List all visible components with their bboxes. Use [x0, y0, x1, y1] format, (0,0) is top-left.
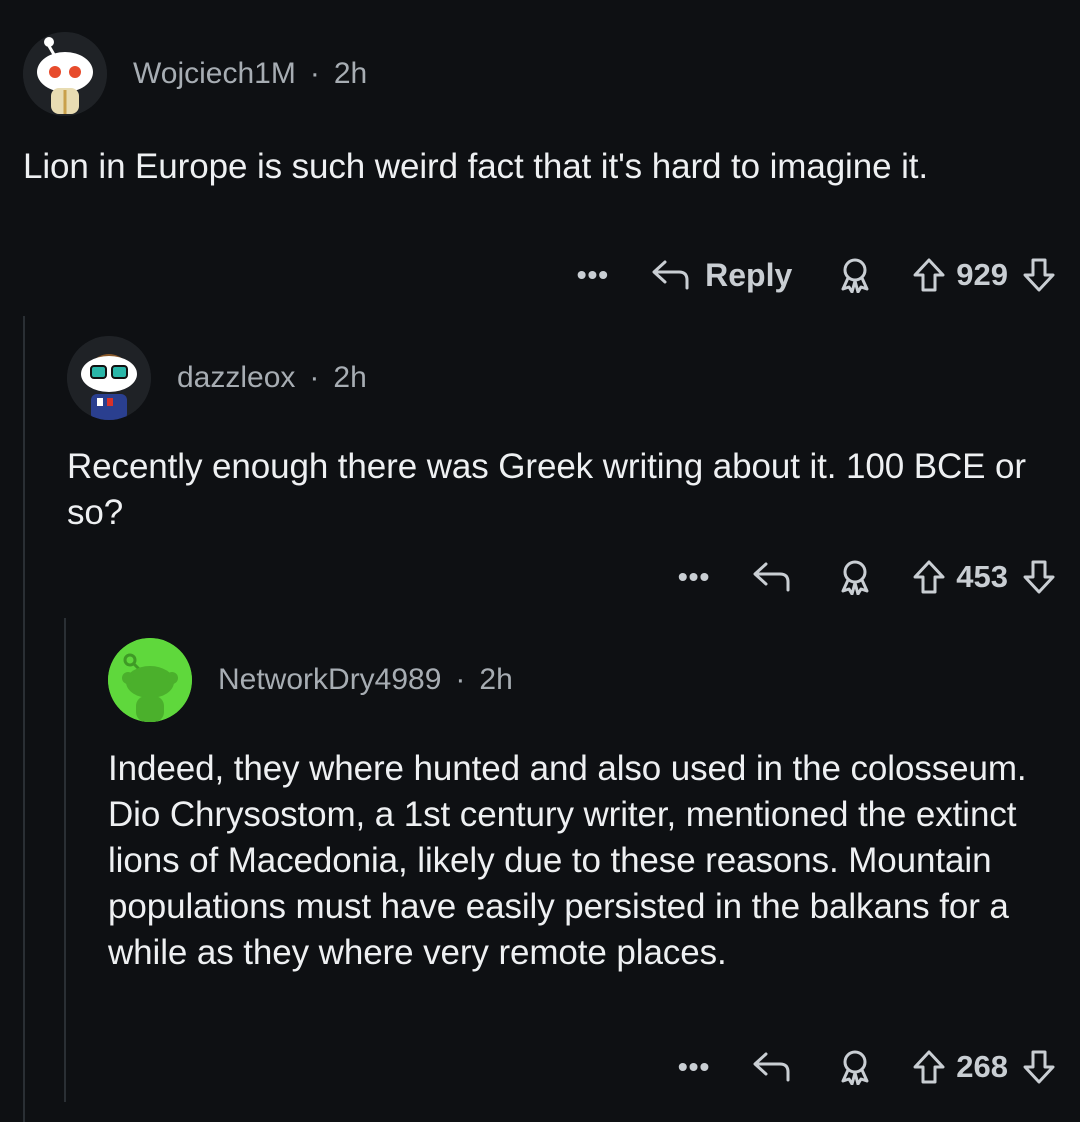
award-button[interactable] — [838, 559, 872, 595]
award-button[interactable] — [838, 257, 872, 293]
timestamp: 2h — [333, 57, 368, 90]
vote-controls: 268 — [912, 1049, 1056, 1085]
comment-networkdry4989: NetworkDry4989 · 2h Indeed, they where h… — [108, 638, 1056, 1085]
comment-actions: ••• Reply 929 — [577, 250, 1056, 300]
snoo-avatar-icon — [23, 32, 107, 116]
meta-separator: · — [309, 57, 320, 90]
downvote-icon[interactable] — [1022, 559, 1056, 595]
thread-line-level-2[interactable] — [64, 618, 66, 1102]
award-icon — [841, 560, 869, 595]
reply-button[interactable] — [752, 560, 792, 594]
vote-score: 929 — [956, 257, 1008, 292]
comment-wojciech1m: Wojciech1M · 2h Lion in Europe is such w… — [23, 32, 1056, 293]
comment-actions: ••• 453 — [678, 552, 1056, 602]
timestamp: 2h — [479, 663, 513, 696]
award-icon — [841, 258, 869, 293]
downvote-icon[interactable] — [1022, 1049, 1056, 1085]
comment-body: Indeed, they where hunted and also used … — [108, 749, 1027, 972]
more-options-button[interactable]: ••• — [678, 1051, 710, 1083]
meta-separator: · — [455, 663, 466, 696]
comment-body: Lion in Europe is such weird fact that i… — [23, 147, 929, 186]
vote-score: 453 — [956, 559, 1008, 594]
reply-arrow-icon — [753, 1052, 790, 1082]
upvote-icon[interactable] — [912, 559, 946, 595]
award-icon — [841, 1050, 869, 1085]
comment-actions: ••• 268 — [678, 1042, 1056, 1092]
user-avatar[interactable] — [67, 336, 151, 420]
user-avatar[interactable] — [108, 638, 192, 722]
more-options-button[interactable]: ••• — [577, 259, 609, 291]
vote-controls: 929 — [912, 257, 1056, 293]
reply-button[interactable] — [752, 1050, 792, 1084]
upvote-icon[interactable] — [912, 257, 946, 293]
comment-body: Recently enough there was Greek writing … — [67, 447, 1026, 532]
reply-label: Reply — [705, 256, 793, 293]
username[interactable]: NetworkDry4989 — [218, 663, 441, 697]
timestamp: 2h — [333, 361, 367, 394]
reply-arrow-icon — [753, 562, 790, 592]
reply-button[interactable]: Reply — [651, 257, 792, 294]
username[interactable]: Wojciech1M — [133, 57, 296, 91]
upvote-icon[interactable] — [912, 1049, 946, 1085]
username[interactable]: dazzleox — [177, 361, 295, 395]
reply-arrow-icon — [652, 260, 689, 290]
meta-separator: · — [309, 361, 320, 394]
comment-header: NetworkDry4989 · 2h — [108, 638, 1056, 722]
vote-score: 268 — [956, 1049, 1008, 1084]
thread-line-level-1[interactable] — [23, 316, 25, 1122]
snoo-avatar-icon — [108, 638, 192, 722]
award-button[interactable] — [838, 1049, 872, 1085]
comment-dazzleox: dazzleox · 2h Recently enough there was … — [67, 336, 1056, 595]
snoo-avatar-icon — [67, 336, 151, 420]
vote-controls: 453 — [912, 559, 1056, 595]
user-avatar[interactable] — [23, 32, 107, 116]
more-options-button[interactable]: ••• — [678, 561, 710, 593]
comment-header: dazzleox · 2h — [67, 336, 1056, 420]
comment-header: Wojciech1M · 2h — [23, 32, 1056, 116]
downvote-icon[interactable] — [1022, 257, 1056, 293]
